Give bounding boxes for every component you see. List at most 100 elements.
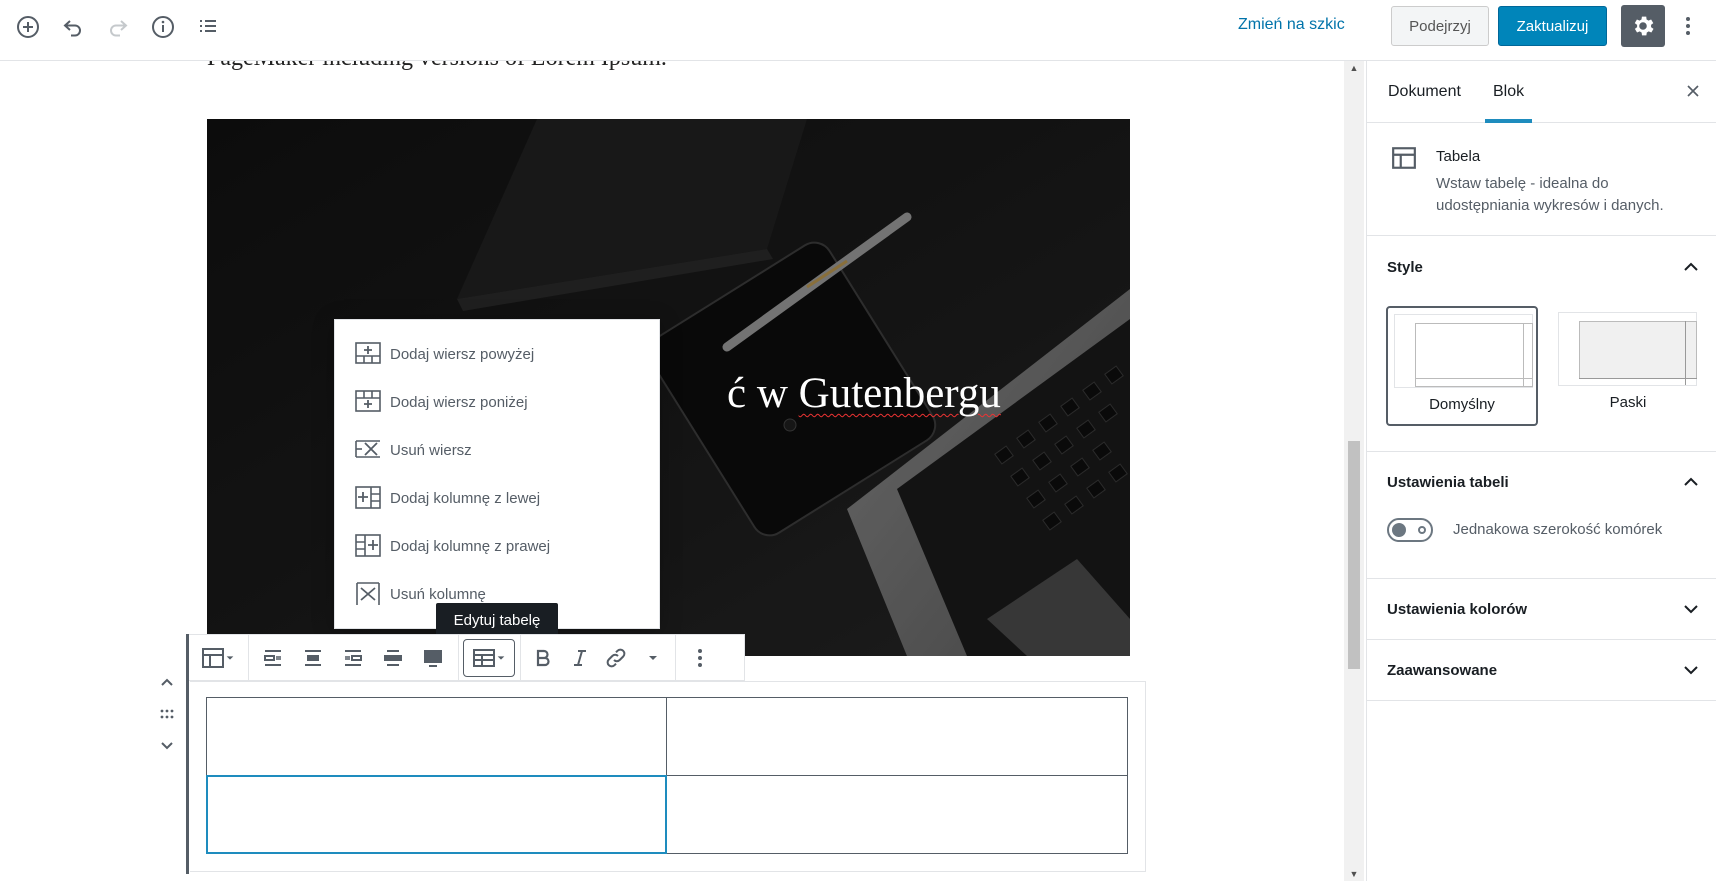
style-preview [1558, 312, 1697, 386]
table-cell[interactable] [666, 697, 1128, 776]
caret-down-icon [497, 655, 505, 660]
info-icon [152, 16, 174, 38]
table-edit-icon [473, 648, 495, 667]
preview-button[interactable]: Podejrzyj [1391, 6, 1489, 46]
close-sidebar-button[interactable] [1679, 77, 1707, 105]
menu-item-label: Dodaj wiersz poniżej [390, 393, 528, 411]
scroll-up-arrow-icon[interactable]: ▲ [1348, 61, 1360, 75]
edit-table-menu: Dodaj wiersz powyżej Dodaj wiersz poniże… [334, 319, 660, 629]
menu-item-add-column-right[interactable]: Dodaj kolumnę z prawej [355, 530, 645, 562]
chevron-down-icon [161, 742, 173, 750]
style-option-default[interactable]: Domyślny [1386, 306, 1538, 426]
block-navigation-button[interactable] [190, 9, 226, 45]
edit-table-button[interactable] [463, 638, 515, 677]
table-row-delete-icon [355, 440, 380, 458]
redo-icon [110, 20, 128, 37]
panel-title: Ustawienia kolorów [1387, 600, 1528, 618]
more-formatting-button[interactable] [635, 639, 672, 677]
panel-title: Ustawienia tabeli [1387, 473, 1509, 491]
align-right-button[interactable] [333, 639, 373, 677]
menu-item-label: Dodaj kolumnę z prawej [390, 537, 551, 555]
table-cell[interactable] [206, 697, 667, 776]
block-more-options-button[interactable] [680, 639, 720, 677]
switch-to-draft-link[interactable]: Zmień na szkic [1238, 16, 1345, 34]
table-cell[interactable] [666, 775, 1128, 854]
table-col-after-icon [355, 534, 381, 557]
bold-button[interactable] [525, 639, 562, 677]
align-center-icon [305, 649, 321, 666]
chevron-up-icon [1684, 262, 1698, 271]
vertical-ellipsis-icon [1686, 17, 1690, 35]
sidebar-tabs: Dokument Blok [1367, 61, 1716, 123]
toggle-knob [1392, 523, 1406, 537]
add-block-button[interactable] [10, 9, 46, 45]
table-icon [202, 647, 224, 668]
more-options-button[interactable] [1672, 9, 1704, 43]
styles-panel-toggle[interactable]: Style [1367, 237, 1716, 297]
content-info-button[interactable] [145, 9, 181, 45]
align-center-button[interactable] [293, 639, 333, 677]
selected-block-indicator [186, 634, 189, 874]
undo-button[interactable] [55, 9, 91, 45]
menu-item-label: Dodaj kolumnę z lewej [390, 489, 541, 507]
settings-toggle-button[interactable] [1621, 5, 1665, 47]
scroll-down-arrow-icon[interactable]: ▼ [1348, 867, 1360, 881]
cover-title-underlined-word: Gutenbergu [798, 370, 1001, 417]
table-col-before-icon [355, 486, 381, 509]
align-full-icon [424, 649, 442, 667]
cover-title[interactable]: ć w Gutenbergu [727, 369, 1001, 418]
scrollbar-thumb[interactable] [1348, 441, 1360, 669]
tab-document[interactable]: Dokument [1388, 61, 1461, 123]
block-settings-group [676, 635, 726, 680]
menu-item-add-row-above[interactable]: Dodaj wiersz powyżej [355, 338, 645, 370]
block-switcher-group [189, 635, 249, 680]
tab-block[interactable]: Blok [1485, 61, 1533, 123]
drag-handle[interactable] [155, 702, 179, 726]
move-down-button[interactable] [155, 733, 179, 757]
style-option-stripes[interactable]: Paski [1552, 306, 1704, 426]
menu-item-label: Dodaj wiersz powyżej [390, 345, 535, 363]
align-full-button[interactable] [413, 639, 453, 677]
chevron-down-icon [1684, 605, 1698, 614]
move-up-button[interactable] [155, 671, 179, 695]
menu-item-delete-row[interactable]: Usuń wiersz [355, 434, 645, 466]
caret-down-icon [226, 655, 234, 660]
link-button[interactable] [598, 639, 635, 677]
alignment-group [249, 635, 459, 680]
formatting-group [521, 635, 676, 680]
block-card: Tabela Wstaw tabelę - idealna do udostęp… [1367, 123, 1716, 236]
fixed-width-cells-toggle[interactable] [1387, 518, 1433, 542]
style-preview [1394, 314, 1533, 388]
edit-table-tooltip: Edytuj tabelę [436, 603, 558, 643]
editor-scrollbar[interactable]: ▲ ▼ [1344, 61, 1364, 881]
align-wide-button[interactable] [373, 639, 413, 677]
edit-table-group [459, 635, 521, 680]
update-button[interactable]: Zaktualizuj [1498, 6, 1607, 46]
align-left-button[interactable] [253, 639, 293, 677]
toggle-off-indicator [1418, 526, 1426, 534]
bold-icon [537, 649, 550, 666]
block-title: Tabela [1436, 148, 1481, 165]
table-row-before-icon [355, 342, 381, 364]
redo-button[interactable] [100, 9, 136, 45]
paragraph-block-text[interactable]: PageMaker including versions of Lorem Ip… [207, 61, 667, 72]
chevron-up-icon [161, 678, 173, 686]
style-option-label: Domyślny [1429, 396, 1495, 413]
color-settings-panel-toggle[interactable]: Ustawienia kolorów [1367, 579, 1716, 639]
table-settings-panel-toggle[interactable]: Ustawienia tabeli [1367, 452, 1716, 512]
menu-item-add-column-left[interactable]: Dodaj kolumnę z lewej [355, 482, 645, 514]
toggle-label: Jednakowa szerokość komórek [1453, 521, 1663, 538]
advanced-panel-toggle[interactable]: Zaawansowane [1367, 640, 1716, 700]
panel-divider [1367, 700, 1716, 701]
menu-item-add-row-below[interactable]: Dodaj wiersz poniżej [355, 386, 645, 418]
close-icon [1687, 85, 1699, 97]
style-option-label: Paski [1609, 394, 1647, 411]
block-switcher-button[interactable] [193, 639, 243, 677]
block-description: Wstaw tabelę - idealna do udostępniania … [1436, 175, 1664, 214]
chevron-down-icon [1684, 666, 1698, 675]
italic-button[interactable] [562, 639, 599, 677]
cover-title-text: ć w [727, 370, 799, 417]
align-wide-icon [384, 649, 402, 666]
align-left-icon [264, 649, 281, 666]
table-cell-selected[interactable] [206, 775, 667, 854]
